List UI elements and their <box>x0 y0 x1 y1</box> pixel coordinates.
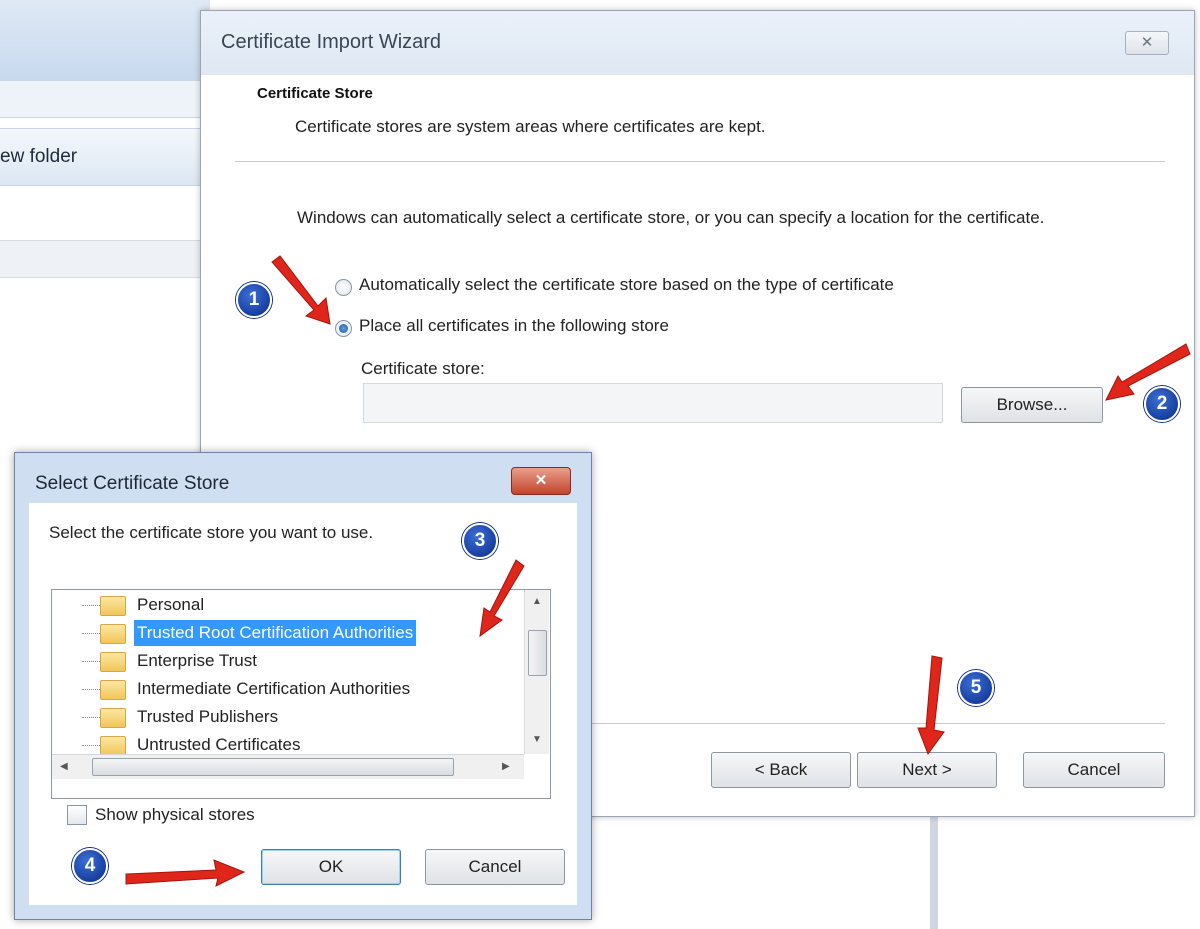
step-badge-2: 2 <box>1144 386 1180 422</box>
annotation-arrow-3 <box>479 559 525 638</box>
step-badge-3: 3 <box>462 523 498 559</box>
step-badge-1: 1 <box>236 282 272 318</box>
step-badge-4: 4 <box>72 848 108 884</box>
annotation-arrow-1 <box>271 255 331 325</box>
annotation-arrow-4 <box>125 859 246 887</box>
annotation-arrow-5 <box>917 655 945 756</box>
annotation-arrows <box>125 255 1191 887</box>
step-badge-5: 5 <box>958 670 994 706</box>
